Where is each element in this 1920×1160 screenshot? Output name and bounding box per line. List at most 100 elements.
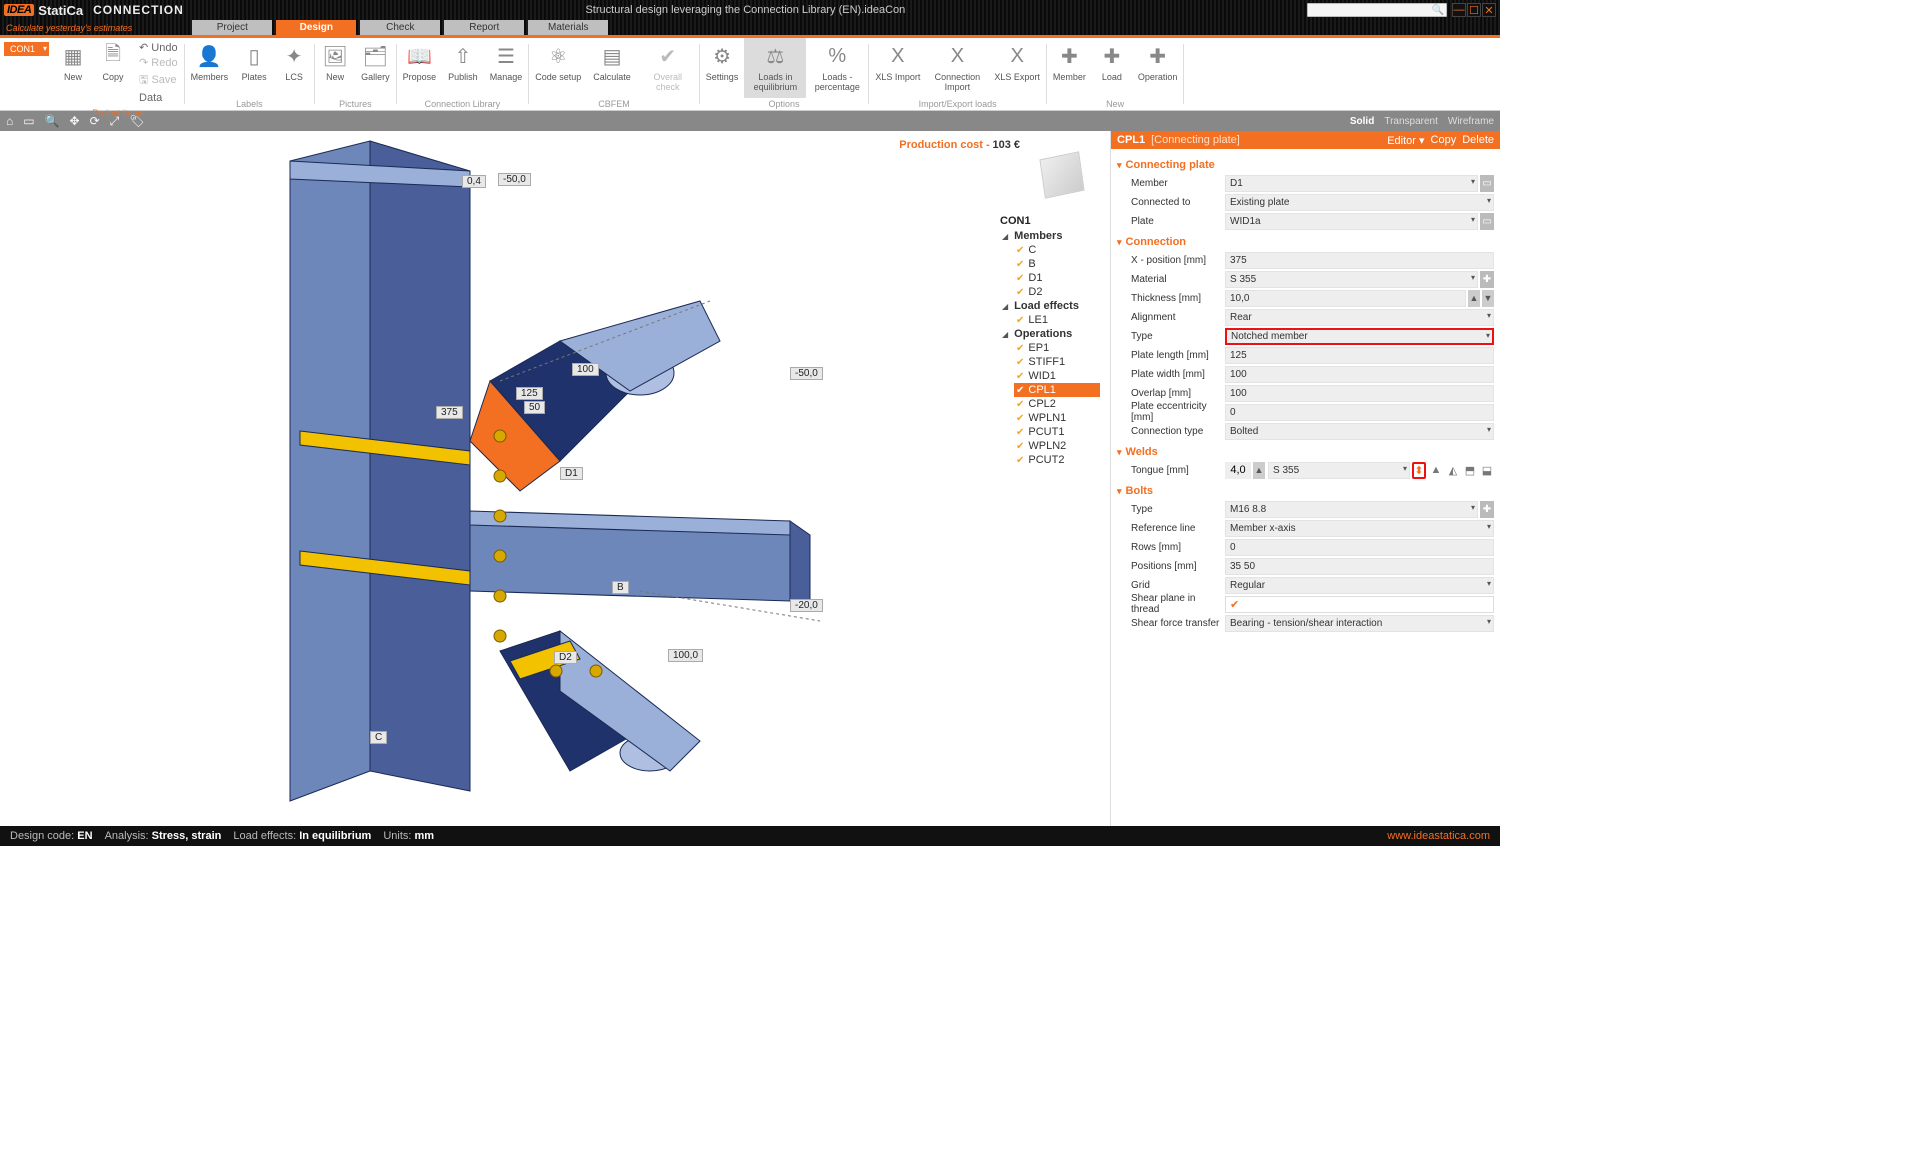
tree-item-ep1[interactable]: ✔EP1 bbox=[1014, 341, 1100, 355]
ribbon-operation[interactable]: Operation bbox=[1132, 38, 1184, 98]
ribbon-xls-export[interactable]: XLS Export bbox=[988, 38, 1046, 98]
search-input[interactable]: 🔍 bbox=[1307, 3, 1447, 17]
prop-grid[interactable]: GridRegular▾ bbox=[1117, 576, 1494, 594]
ribbon-member[interactable]: Member bbox=[1047, 38, 1092, 98]
tab-project[interactable]: Project bbox=[192, 20, 272, 35]
tree-item-b[interactable]: ✔B bbox=[1014, 257, 1100, 271]
ribbon-new[interactable]: New bbox=[53, 38, 93, 107]
prop-shear-plane-in-thread[interactable]: Shear plane in thread✔ bbox=[1117, 595, 1494, 613]
tree-item-pcut2[interactable]: ✔PCUT2 bbox=[1014, 453, 1100, 467]
ribbon-data[interactable]: Data bbox=[139, 92, 178, 104]
copy-button[interactable]: Copy bbox=[1431, 134, 1457, 146]
ribbon-publish[interactable]: Publish bbox=[442, 38, 484, 98]
prop-x-position-mm-[interactable]: X - position [mm]375 bbox=[1117, 251, 1494, 269]
prop-shear-force-transfer[interactable]: Shear force transferBearing - tension/sh… bbox=[1117, 614, 1494, 632]
prop-overlap-mm-[interactable]: Overlap [mm]100 bbox=[1117, 384, 1494, 402]
prop-thickness-mm-[interactable]: Thickness [mm]10,0▲▼ bbox=[1117, 289, 1494, 307]
prop-plate-width-mm-[interactable]: Plate width [mm]100 bbox=[1117, 365, 1494, 383]
maximize-button[interactable]: ☐ bbox=[1467, 3, 1481, 17]
prop-connected-to[interactable]: Connected toExisting plate▾ bbox=[1117, 193, 1494, 211]
tree-item-wid1[interactable]: ✔WID1 bbox=[1014, 369, 1100, 383]
prop-reference-line[interactable]: Reference lineMember x-axis▾ bbox=[1117, 519, 1494, 537]
tree-group-load-effects[interactable]: ◢Load effects bbox=[1000, 299, 1100, 313]
model-tree[interactable]: CON1◢Members✔C✔B✔D1✔D2◢Load effects✔LE1◢… bbox=[1000, 211, 1100, 467]
home-icon[interactable]: ⌂ bbox=[6, 114, 13, 128]
section-welds[interactable]: ▾Welds bbox=[1117, 446, 1494, 458]
properties-header: CPL1 [Connecting plate] Editor ▾ Copy De… bbox=[1111, 131, 1500, 149]
prop-plate-length-mm-[interactable]: Plate length [mm]125 bbox=[1117, 346, 1494, 364]
close-button[interactable]: ✕ bbox=[1482, 3, 1496, 17]
connection-chip[interactable]: CON1 bbox=[4, 42, 49, 56]
ribbon-plates[interactable]: Plates bbox=[234, 38, 274, 98]
tagline-row: Calculate yesterday's estimates ProjectD… bbox=[0, 20, 1500, 35]
ribbon-loads---percentage[interactable]: Loads - percentage bbox=[806, 38, 868, 98]
ribbon-new[interactable]: New bbox=[315, 38, 355, 98]
tree-item-cpl2[interactable]: ✔CPL2 bbox=[1014, 397, 1100, 411]
tag-icon[interactable]: 🏷 bbox=[129, 114, 144, 128]
prop-sub: [Connecting plate] bbox=[1151, 134, 1240, 146]
tree-item-c[interactable]: ✔C bbox=[1014, 243, 1100, 257]
prop-type[interactable]: TypeNotched member▾ bbox=[1117, 327, 1494, 345]
tree-item-le1[interactable]: ✔LE1 bbox=[1014, 313, 1100, 327]
prop-plate[interactable]: PlateWID1a▾▭ bbox=[1117, 212, 1494, 230]
prop-material[interactable]: MaterialS 355▾✚ bbox=[1117, 270, 1494, 288]
ribbon-manage[interactable]: Manage bbox=[484, 38, 529, 98]
tree-item-cpl1[interactable]: ✔CPL1 bbox=[1014, 383, 1100, 397]
ribbon-undo[interactable]: ↶ Undo bbox=[139, 41, 178, 54]
tree-group-members[interactable]: ◢Members bbox=[1000, 229, 1100, 243]
ribbon-propose[interactable]: Propose bbox=[397, 38, 443, 98]
website-link[interactable]: www.ideastatica.com bbox=[1387, 830, 1490, 842]
tree-group-operations[interactable]: ◢Operations bbox=[1000, 327, 1100, 341]
viewmode-transparent[interactable]: Transparent bbox=[1384, 116, 1438, 127]
ribbon-loads-in-equilibrium[interactable]: Loads in equilibrium bbox=[744, 38, 806, 98]
tab-check[interactable]: Check bbox=[360, 20, 440, 35]
tree-item-d1[interactable]: ✔D1 bbox=[1014, 271, 1100, 285]
3d-canvas[interactable]: Production cost - 103 € bbox=[0, 131, 1110, 826]
section-bolts[interactable]: ▾Bolts bbox=[1117, 485, 1494, 497]
dim-04: 0,4 bbox=[462, 175, 486, 188]
ribbon-xls-import[interactable]: XLS Import bbox=[869, 38, 926, 98]
label-b: B bbox=[612, 581, 629, 594]
editor-dropdown[interactable]: Editor ▾ bbox=[1387, 134, 1424, 147]
ribbon-connection-import[interactable]: Connection Import bbox=[926, 38, 988, 98]
ribbon-settings[interactable]: Settings bbox=[700, 38, 745, 98]
minimize-button[interactable]: — bbox=[1452, 3, 1466, 17]
tree-item-wpln1[interactable]: ✔WPLN1 bbox=[1014, 411, 1100, 425]
ribbon-members[interactable]: Members bbox=[185, 38, 235, 98]
section-connection[interactable]: ▾Connection bbox=[1117, 236, 1494, 248]
ribbon-load[interactable]: Load bbox=[1092, 38, 1132, 98]
tree-item-wpln2[interactable]: ✔WPLN2 bbox=[1014, 439, 1100, 453]
prop-plate-eccentricity-mm-[interactable]: Plate eccentricity [mm]0 bbox=[1117, 403, 1494, 421]
rotate-icon[interactable]: ⟳ bbox=[90, 114, 100, 128]
prop-tongue-mm-[interactable]: Tongue [mm]4,0▲S 355▾⬍▲◭⬒⬓ bbox=[1117, 461, 1494, 479]
ribbon-gallery[interactable]: Gallery bbox=[355, 38, 396, 98]
ribbon-calculate[interactable]: Calculate bbox=[587, 38, 637, 98]
viewmode-solid[interactable]: Solid bbox=[1350, 116, 1374, 127]
search-icon: 🔍 bbox=[1432, 5, 1444, 16]
tab-materials[interactable]: Materials bbox=[528, 20, 608, 35]
section-connecting-plate[interactable]: ▾Connecting plate bbox=[1117, 159, 1494, 171]
ribbon-code-setup[interactable]: Code setup bbox=[529, 38, 587, 98]
dim-n50b: -50,0 bbox=[790, 367, 823, 380]
properties-body: ▾Connecting plate MemberD1▾▭Connected toE… bbox=[1111, 149, 1500, 653]
pan-icon[interactable]: ✥ bbox=[70, 114, 80, 128]
tab-design[interactable]: Design bbox=[276, 20, 356, 35]
prop-positions-mm-[interactable]: Positions [mm]35 50 bbox=[1117, 557, 1494, 575]
prop-type[interactable]: TypeM16 8.8▾✚ bbox=[1117, 500, 1494, 518]
tree-item-pcut1[interactable]: ✔PCUT1 bbox=[1014, 425, 1100, 439]
tree-item-stiff1[interactable]: ✔STIFF1 bbox=[1014, 355, 1100, 369]
ribbon-lcs[interactable]: LCS bbox=[274, 38, 314, 98]
zoom-icon[interactable]: 🔍 bbox=[45, 114, 60, 128]
ribbon-copy[interactable]: Copy bbox=[93, 38, 133, 107]
app-logo: IDEA StatiCa CONNECTION bbox=[4, 3, 184, 18]
viewmode-wireframe[interactable]: Wireframe bbox=[1448, 116, 1494, 127]
tab-report[interactable]: Report bbox=[444, 20, 524, 35]
delete-button[interactable]: Delete bbox=[1462, 134, 1494, 146]
prop-rows-mm-[interactable]: Rows [mm]0 bbox=[1117, 538, 1494, 556]
fullscreen-icon[interactable]: ⤢ bbox=[110, 114, 120, 129]
tree-item-d2[interactable]: ✔D2 bbox=[1014, 285, 1100, 299]
select-icon[interactable]: ▭ bbox=[23, 114, 34, 128]
prop-member[interactable]: MemberD1▾▭ bbox=[1117, 174, 1494, 192]
prop-connection-type[interactable]: Connection typeBolted▾ bbox=[1117, 422, 1494, 440]
prop-alignment[interactable]: AlignmentRear▾ bbox=[1117, 308, 1494, 326]
